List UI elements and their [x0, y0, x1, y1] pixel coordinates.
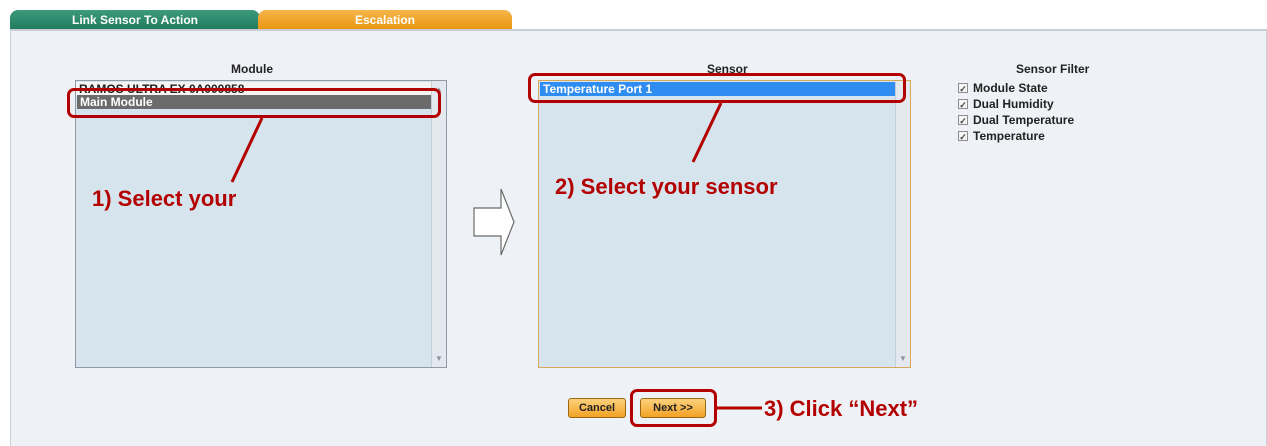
right-arrow-icon: [473, 188, 515, 256]
scroll-down-icon[interactable]: ▼: [899, 354, 907, 363]
sensor-listbox[interactable]: Temperature Port 1 ▼: [538, 80, 911, 368]
module-heading: Module: [231, 62, 273, 76]
checkbox-checked-icon[interactable]: ✓: [958, 83, 968, 94]
annotation-step2: 2) Select your sensor: [555, 174, 778, 199]
callout-box-next: [630, 389, 717, 427]
filter-temperature[interactable]: ✓ Temperature: [958, 129, 1045, 143]
filter-label: Dual Temperature: [973, 113, 1075, 127]
module-scrollbar[interactable]: ▲ ▼: [431, 81, 446, 367]
annotation-step1: 1) Select your: [92, 186, 237, 211]
annotation-step3: 3) Click “Next”: [764, 396, 919, 421]
filter-label: Module State: [973, 81, 1048, 95]
sensor-filter-heading: Sensor Filter: [1016, 62, 1090, 76]
scroll-down-icon[interactable]: ▼: [435, 354, 443, 363]
filter-module-state[interactable]: ✓ Module State: [958, 81, 1048, 95]
sensor-scrollbar[interactable]: ▼: [895, 81, 910, 367]
checkbox-checked-icon[interactable]: ✓: [958, 131, 968, 142]
callout-box-sensor: [528, 73, 906, 103]
filter-label: Temperature: [973, 129, 1045, 143]
cancel-button[interactable]: Cancel: [568, 398, 626, 418]
tab-link-sensor-to-action[interactable]: Link Sensor To Action: [10, 10, 260, 30]
callout-box-module: [67, 88, 441, 118]
filter-dual-humidity[interactable]: ✓ Dual Humidity: [958, 97, 1054, 111]
filter-dual-temperature[interactable]: ✓ Dual Temperature: [958, 113, 1074, 127]
checkbox-checked-icon[interactable]: ✓: [958, 99, 968, 110]
checkbox-checked-icon[interactable]: ✓: [958, 115, 968, 126]
tab-bar: Link Sensor To Action Escalation: [0, 0, 1267, 30]
tab-escalation[interactable]: Escalation: [258, 10, 512, 30]
filter-label: Dual Humidity: [973, 97, 1054, 111]
module-listbox[interactable]: RAMOS ULTRA EX 0A000858 Main Module ▲ ▼: [75, 80, 447, 368]
